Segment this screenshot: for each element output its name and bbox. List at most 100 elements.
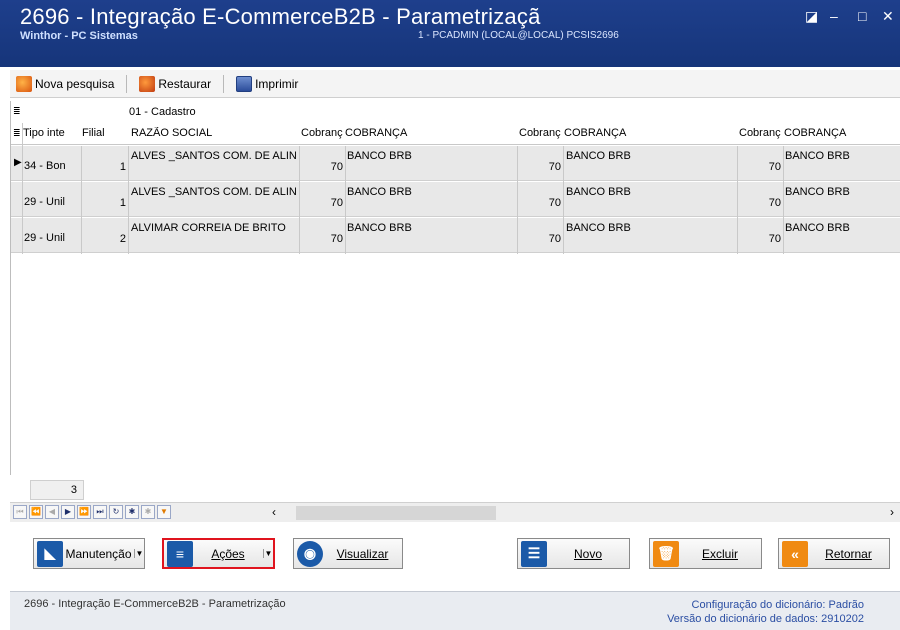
toolbar-divider: [223, 74, 225, 93]
column-divider: [737, 146, 738, 254]
scroll-right-icon[interactable]: ›: [890, 505, 894, 519]
column-divider: [299, 146, 300, 254]
cell-cobranca: BANCO BRB: [566, 150, 631, 162]
scroll-left-icon[interactable]: ‹: [272, 505, 276, 519]
filter-icon[interactable]: ▼: [157, 505, 171, 519]
restore-window-icon[interactable]: ◪: [805, 8, 818, 25]
print-label: Imprimir: [255, 76, 299, 91]
cell-cobranca: BANCO BRB: [347, 222, 412, 234]
dictionary-info: Configuração do dicionário: Padrão Versã…: [667, 598, 864, 626]
cell-cobranca-code: 70: [768, 197, 781, 209]
column-divider: [345, 146, 346, 254]
print-button[interactable]: Imprimir: [230, 72, 304, 96]
horizontal-scrollbar-thumb[interactable]: [296, 506, 496, 520]
back-label: Retornar: [825, 546, 872, 561]
delete-button[interactable]: 🗑 Excluir: [649, 538, 762, 569]
header-cobranca-code-3[interactable]: Cobranç: [739, 127, 783, 139]
column-divider: [81, 146, 82, 254]
cell-cobranca-code: 70: [330, 233, 343, 245]
maximize-icon[interactable]: □: [858, 8, 866, 24]
data-grid[interactable]: ≣ 01 - Cadastro ≣ Tipo inte Filial RAZÃO…: [10, 101, 900, 475]
company-label: Winthor - PC Sistemas: [20, 30, 138, 42]
refresh-icon[interactable]: ↻: [109, 505, 123, 519]
band-label: 01 - Cadastro: [129, 106, 196, 118]
header-filial[interactable]: Filial: [82, 127, 126, 139]
new-label: Novo: [573, 546, 602, 561]
column-menu-icon[interactable]: ≣: [13, 128, 21, 139]
header-cobranca-1[interactable]: COBRANÇA: [345, 127, 515, 139]
new-search-icon: [16, 75, 32, 92]
current-row-indicator-icon: ▶: [14, 157, 22, 168]
cell-cobranca: BANCO BRB: [785, 222, 850, 234]
cell-cobranca: BANCO BRB: [566, 222, 631, 234]
toolbar: Nova pesquisa Restaurar Imprimir: [10, 70, 900, 98]
table-row[interactable]: 29 - Unil 2 ALVIMAR CORREIA DE BRITO 70 …: [11, 218, 900, 253]
cell-cobranca-code: 70: [768, 233, 781, 245]
table-row[interactable]: ▶ 34 - Bon 1 ALVES _SANTOS COM. DE ALIN …: [11, 146, 900, 181]
first-page-icon[interactable]: ⏮: [13, 505, 27, 519]
minimize-icon[interactable]: –: [830, 8, 838, 24]
header-tipo[interactable]: Tipo inte: [23, 127, 81, 139]
back-button[interactable]: « Retornar: [778, 538, 890, 569]
cell-cobranca-code: 70: [548, 197, 561, 209]
prev-record-icon[interactable]: ◀: [45, 505, 59, 519]
new-search-button[interactable]: Nova pesquisa: [10, 72, 120, 96]
next-record-icon[interactable]: ▶: [61, 505, 75, 519]
header-cobranca-code-1[interactable]: Cobranç: [301, 127, 345, 139]
view-button[interactable]: ◉ Visualizar: [293, 538, 403, 569]
table-row[interactable]: 29 - Unil 1 ALVES _SANTOS COM. DE ALIN 7…: [11, 182, 900, 217]
cell-cobranca: BANCO BRB: [785, 150, 850, 162]
header-row: ≣ Tipo inte Filial RAZÃO SOCIAL Cobranç …: [11, 123, 900, 145]
actions-dropdown-icon[interactable]: ▼: [263, 549, 273, 558]
restore-button[interactable]: Restaurar: [133, 72, 217, 96]
prev-page-icon[interactable]: ⏪: [29, 505, 43, 519]
next-page-icon[interactable]: ⏩: [77, 505, 91, 519]
cell-filial: 1: [119, 161, 126, 173]
header-cobranca-2[interactable]: COBRANÇA: [564, 127, 734, 139]
cell-cobranca: BANCO BRB: [347, 186, 412, 198]
actions-button[interactable]: ≡ Ações ▼: [162, 538, 275, 569]
restore-icon: [139, 75, 156, 92]
cell-tipo: 34 - Bon: [24, 160, 66, 172]
cell-cobranca-code: 70: [548, 233, 561, 245]
maintenance-dropdown-icon[interactable]: ▼: [134, 549, 144, 558]
toolbar-divider: [126, 74, 128, 93]
header-cobranca-code-2[interactable]: Cobranç: [519, 127, 563, 139]
maintenance-label: Manutenção: [65, 546, 132, 561]
cell-tipo: 29 - Unil: [24, 232, 65, 244]
trash-icon: 🗑: [653, 540, 679, 567]
cell-filial: 2: [119, 233, 126, 245]
back-arrow-icon: «: [782, 540, 808, 567]
cell-filial: 1: [119, 197, 126, 209]
close-icon[interactable]: ✕: [882, 8, 894, 25]
maintenance-button[interactable]: ◣ Manutenção ▼: [33, 538, 145, 569]
cell-cobranca-code: 70: [548, 161, 561, 173]
new-button[interactable]: ☰ Novo: [517, 538, 630, 569]
column-divider: [22, 123, 23, 254]
header-cobranca-3[interactable]: COBRANÇA: [784, 127, 894, 139]
eye-icon: ◉: [297, 540, 323, 567]
cell-cobranca-code: 70: [768, 161, 781, 173]
maintenance-icon: ◣: [37, 540, 63, 567]
status-text: 2696 - Integração E-CommerceB2B - Parame…: [24, 598, 286, 610]
actions-label: Ações: [211, 546, 245, 561]
header-razao-social[interactable]: RAZÃO SOCIAL: [131, 127, 297, 139]
post-icon[interactable]: ✱: [141, 505, 155, 519]
last-page-icon[interactable]: ⏭: [93, 505, 107, 519]
dictionary-version: Versão do dicionário de dados: 2910202: [667, 613, 864, 625]
new-search-label: Nova pesquisa: [35, 76, 115, 91]
insert-icon[interactable]: ✱: [125, 505, 139, 519]
delete-label: Excluir: [701, 546, 738, 561]
band-row: 01 - Cadastro: [11, 105, 900, 121]
cell-cobranca-code: 70: [330, 161, 343, 173]
cell-tipo: 29 - Unil: [24, 196, 65, 208]
column-divider: [563, 146, 564, 254]
cell-cobranca: BANCO BRB: [785, 186, 850, 198]
grid-navigator: ⏮ ⏪ ◀ ▶ ⏩ ⏭ ↻ ✱ ✱ ▼ ‹ ›: [10, 502, 900, 522]
cell-cobranca-code: 70: [330, 197, 343, 209]
cell-cobranca: BANCO BRB: [347, 150, 412, 162]
actions-icon: ≡: [167, 540, 193, 567]
cell-razao-social: ALVES _SANTOS COM. DE ALIN: [131, 186, 297, 198]
cell-razao-social: ALVIMAR CORREIA DE BRITO: [131, 222, 286, 234]
view-label: Visualizar: [336, 546, 389, 561]
